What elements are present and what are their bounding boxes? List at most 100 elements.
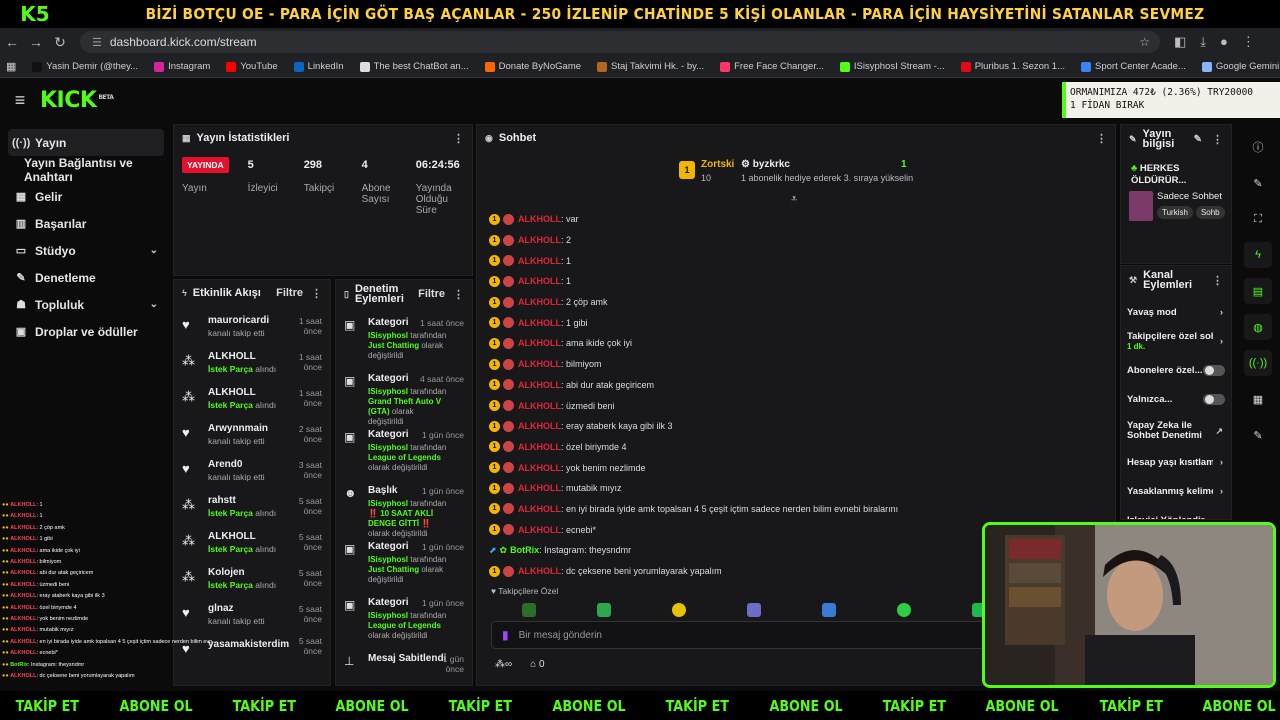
mod-log-item[interactable]: ▣ Kategori ISisyphosI tarafından League of…	[336, 424, 472, 480]
bookmark-item[interactable]: Instagram	[154, 61, 210, 72]
chat-message[interactable]: 1 ALKHOLL: üzmedi beni	[489, 395, 1109, 416]
sidebar-item-revenue[interactable]: ▦ Gelir	[0, 183, 172, 210]
bookmark-item[interactable]: Sport Center Acade...	[1081, 61, 1186, 72]
emote-icon[interactable]	[671, 603, 686, 617]
activity-username[interactable]: Arend0	[208, 459, 265, 470]
toggle-switch[interactable]	[1203, 365, 1225, 376]
more-options-icon[interactable]: ⋮	[453, 132, 464, 145]
chat-username[interactable]: ALKHOLL	[518, 442, 561, 452]
clipboard-icon[interactable]: ▤	[1244, 278, 1272, 304]
more-options-icon[interactable]: ⋮	[1212, 274, 1223, 287]
channel-action-item[interactable]: İzleyici Yönlendir	[1121, 506, 1231, 520]
activity-item[interactable]: ⁂ ALKHOLL İstek Parça alındı 1 saat önce	[174, 382, 330, 418]
chat-username[interactable]: ALKHOLL	[518, 525, 561, 535]
sidebar-item-achievements[interactable]: ▥ Başarılar	[0, 210, 172, 237]
emote-icon[interactable]	[896, 603, 911, 617]
bookmark-item[interactable]: Yasin Demir (@they...	[32, 61, 138, 72]
bookmark-item[interactable]: LinkedIn	[293, 61, 344, 72]
activity-username[interactable]: ALKHOLL	[208, 531, 276, 542]
chat-username[interactable]: ALKHOLL	[518, 235, 561, 245]
kick-logo[interactable]: KICK BETA	[40, 88, 114, 113]
chat-message[interactable]: 1 ALKHOLL: 1 gibi	[489, 312, 1109, 333]
chat-message[interactable]: 1 ALKHOLL: 2 çöp amk	[489, 292, 1109, 313]
pencil-icon[interactable]: ✎	[1244, 170, 1272, 196]
chat-username[interactable]: ALKHOLL	[518, 276, 561, 286]
wrench-icon[interactable]: ✎	[1244, 422, 1272, 448]
chat-message[interactable]: 1 ALKHOLL: 2	[489, 230, 1109, 251]
sidebar-item-community[interactable]: ☗ Topluluk ⌄	[0, 291, 172, 318]
chat-message[interactable]: 1 ALKHOLL: yok benim nezlimde	[489, 457, 1109, 478]
lightning-icon[interactable]: ϟ	[1244, 242, 1272, 268]
gift-leader-name[interactable]: Zortski	[701, 159, 734, 170]
profile-avatar[interactable]: ●	[1220, 34, 1228, 50]
broadcast-icon[interactable]: ((·))	[1244, 350, 1272, 376]
bookmark-item[interactable]: ISisyphosI Stream -...	[839, 61, 945, 72]
chat-username[interactable]: ALKHOLL	[518, 421, 561, 431]
hamburger-icon[interactable]: ≡	[0, 90, 40, 111]
mod-log-item[interactable]: ▣ Kategori ISisyphosI tarafından Just Chat…	[336, 536, 472, 592]
info-icon[interactable]: ⓘ	[1244, 134, 1272, 160]
channel-action-item[interactable]: Abonelere özel...	[1121, 356, 1231, 385]
channel-action-item[interactable]: Yapay Zeka ile Sohbet Denetimi ↗	[1121, 414, 1231, 448]
channel-action-item[interactable]: Hesap yaşı kısıtlam ›	[1121, 448, 1231, 477]
expand-icon[interactable]: ⩡	[791, 193, 797, 206]
sidebar-item-studio[interactable]: ▭ Stüdyo ⌄	[0, 237, 172, 264]
chat-message[interactable]: 1 ALKHOLL: 1	[489, 271, 1109, 292]
emote-icon[interactable]	[821, 603, 836, 617]
mod-log-item[interactable]: ▣ Kategori ISisyphosI tarafından League of…	[336, 592, 472, 648]
chat-message[interactable]: 1 ALKHOLL: özel biriymde 4	[489, 437, 1109, 458]
chat-input[interactable]: ▮ Bir mesaj gönderin	[491, 621, 991, 649]
filter-button[interactable]: Filtre	[418, 288, 445, 300]
activity-username[interactable]: Arwynnmain	[208, 423, 268, 434]
filter-button[interactable]: Filtre	[276, 287, 303, 299]
chat-username[interactable]: ALKHOLL	[518, 463, 561, 473]
channel-action-item[interactable]: Yalnızca...	[1121, 385, 1231, 414]
chat-username[interactable]: ALKHOLL	[518, 256, 561, 266]
connections-icon[interactable]: ⁂∞	[495, 659, 512, 670]
more-options-icon[interactable]: ⋮	[1212, 133, 1223, 146]
activity-item[interactable]: ♥ mauroricardi kanalı takip etti 1 saat önc…	[174, 310, 330, 346]
chat-username[interactable]: ALKHOLL	[518, 359, 561, 369]
chat-username[interactable]: ALKHOLL	[518, 380, 561, 390]
sidebar-item-moderation[interactable]: ✎ Denetleme	[0, 264, 172, 291]
category-thumbnail[interactable]	[1129, 191, 1153, 221]
activity-username[interactable]: ALKHOLL	[208, 387, 276, 398]
reload-icon[interactable]: ↻	[48, 34, 72, 51]
bookmark-item[interactable]: The best ChatBot an...	[359, 61, 469, 72]
forward-icon[interactable]: →	[24, 34, 48, 50]
edit-icon[interactable]: ✎	[1194, 134, 1202, 145]
fullscreen-icon[interactable]: ⛶	[1244, 206, 1272, 232]
bookmark-item[interactable]: Staj Takvimi Hk. - by...	[597, 61, 704, 72]
chat-username[interactable]: ALKHOLL	[518, 318, 561, 328]
chat-message[interactable]: 1 ALKHOLL: var	[489, 209, 1109, 230]
activity-username[interactable]: rahstt	[208, 495, 276, 506]
stack-icon[interactable]: ▦	[1244, 386, 1272, 412]
chat-message[interactable]: 1 ALKHOLL: eray ataberk kaya gibi ilk 3	[489, 416, 1109, 437]
chat-message[interactable]: 1 ALKHOLL: abi dur atak geçiricem	[489, 375, 1109, 396]
tag-chip[interactable]: Sohb	[1195, 206, 1225, 219]
tag-chip[interactable]: Turkish	[1157, 206, 1193, 219]
chat-message[interactable]: 1 ALKHOLL: en iyi birada iyide amk topals…	[489, 499, 1109, 520]
sidebar-item-stream[interactable]: ((·)) Yayın	[8, 129, 164, 156]
mod-log-item[interactable]: ▣ Kategori ISisyphosI tarafından Grand The…	[336, 368, 472, 426]
chat-bubble-icon[interactable]: ◍	[1244, 314, 1272, 340]
more-options-icon[interactable]: ⋮	[311, 287, 322, 300]
chat-username[interactable]: ALKHOLL	[518, 483, 561, 493]
download-icon[interactable]: ⤓	[1200, 34, 1206, 50]
activity-item[interactable]: ♥ Arend0 kanalı takip etti 3 saat önce	[174, 454, 330, 490]
emote-icon[interactable]	[596, 603, 611, 617]
emote-icon[interactable]	[521, 603, 536, 617]
sidebar-item-stream-key[interactable]: Yayın Bağlantısı ve Anahtarı	[0, 156, 172, 184]
chat-username[interactable]: ALKHOLL	[518, 401, 561, 411]
activity-username[interactable]: mauroricardi	[208, 315, 269, 326]
chat-message[interactable]: 1 ALKHOLL: ama ikide çok iyi	[489, 333, 1109, 354]
bookmark-star-icon[interactable]: ☆	[1139, 35, 1150, 49]
chat-message[interactable]: 1 ALKHOLL: bilmiyom	[489, 354, 1109, 375]
chat-message[interactable]: 1 ALKHOLL: 1	[489, 250, 1109, 271]
mod-log-item[interactable]: ☻ Başlık ISisyphosI tarafından ‼️ 10 SAAT …	[336, 480, 472, 538]
activity-username[interactable]: glnaz	[208, 603, 265, 614]
bookmark-item[interactable]: YouTube	[226, 61, 278, 72]
apps-icon[interactable]: ▦	[6, 60, 16, 73]
bookmark-item[interactable]: Donate ByNoGame	[484, 61, 581, 72]
bookmark-item[interactable]: Pluribus 1. Sezon 1...	[960, 61, 1065, 72]
